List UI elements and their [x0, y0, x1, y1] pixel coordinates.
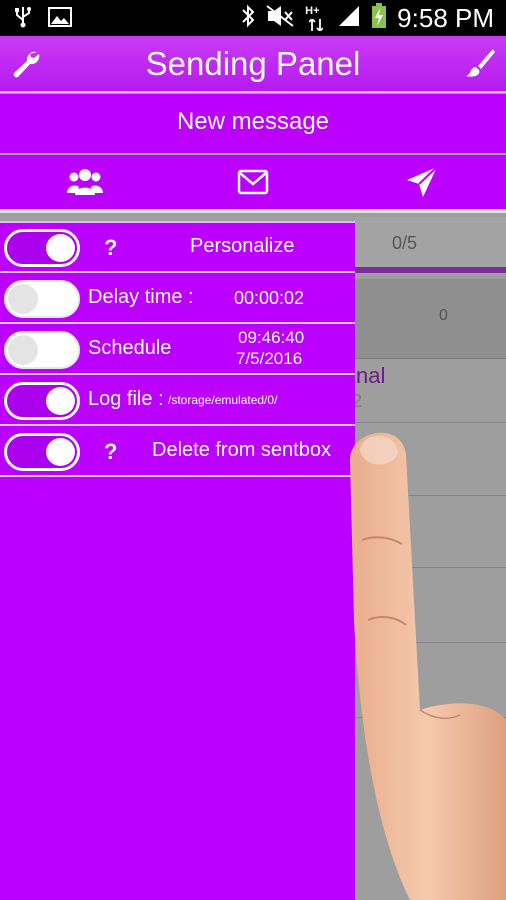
contacts-icon [67, 167, 103, 202]
schedule-date[interactable]: 7/5/2016 [236, 349, 302, 369]
new-message-label: New message [176, 108, 330, 135]
contacts-button[interactable] [65, 167, 105, 201]
personalize-row: ? Personalize [0, 223, 355, 273]
page-title: Sending Panel [145, 45, 361, 82]
finger-gesture-illustration [340, 420, 506, 900]
list-item-fragment: nal [356, 363, 386, 388]
delete-sentbox-label: Delete from sentbox [152, 439, 331, 461]
delete-sentbox-row: ? Delete from sentbox [0, 427, 355, 477]
message-button[interactable] [233, 167, 273, 201]
mute-icon [265, 4, 295, 33]
settings-drawer: ? Personalize Delay time : 00:00:02 Sche… [0, 221, 355, 900]
counter-row [355, 217, 506, 273]
envelope-icon [237, 169, 269, 200]
new-message-bar[interactable]: New message [0, 94, 506, 154]
app-header: Sending Panel [0, 36, 506, 93]
count-value: 0 [439, 307, 448, 324]
log-file-row: Log file : /storage/emulated/0/ [0, 376, 355, 426]
schedule-label: Schedule [88, 337, 172, 359]
clock: 9:58 PM [397, 3, 494, 33]
brush-icon [464, 47, 496, 84]
delay-time-toggle[interactable] [4, 280, 80, 318]
personalize-help-icon[interactable]: ? [104, 235, 117, 261]
count-row [355, 279, 506, 359]
send-icon [406, 165, 438, 203]
status-bar: H+ 9:58 PM [0, 0, 506, 36]
log-file-path[interactable]: /storage/emulated/0/ [168, 393, 277, 407]
log-file-label: Log file : [88, 388, 164, 410]
delete-sentbox-toggle[interactable] [4, 433, 80, 471]
schedule-time[interactable]: 09:46:40 [238, 328, 304, 348]
delete-sentbox-help-icon[interactable]: ? [104, 439, 117, 465]
schedule-row: Schedule 09:46:40 7/5/2016 [0, 325, 355, 375]
log-file-toggle[interactable] [4, 382, 80, 420]
bluetooth-icon [241, 4, 255, 33]
delay-time-row: Delay time : 00:00:02 [0, 274, 355, 324]
theme-button[interactable] [462, 48, 498, 82]
delay-time-value[interactable]: 00:00:02 [234, 288, 304, 309]
delay-time-label: Delay time : [88, 286, 194, 308]
personalize-label: Personalize [190, 235, 295, 257]
schedule-toggle[interactable] [4, 331, 80, 369]
counter-value: 0/5 [392, 233, 418, 253]
signal-icon [337, 4, 361, 33]
image-icon [48, 7, 72, 32]
action-icon-bar [0, 155, 506, 213]
hplus-signal-icon: H+ [305, 5, 327, 33]
battery-charging-icon [371, 3, 387, 34]
send-button[interactable] [402, 165, 442, 203]
usb-icon [14, 6, 32, 33]
personalize-toggle[interactable] [4, 229, 80, 267]
